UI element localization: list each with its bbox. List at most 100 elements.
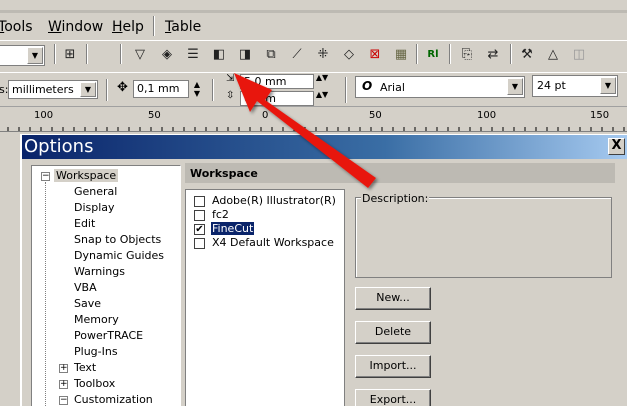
- rl-plugin-icon[interactable]: Rl: [423, 44, 443, 64]
- toolbar-separator: [345, 77, 347, 103]
- workspace-checkbox[interactable]: [194, 210, 205, 221]
- import-icon[interactable]: ⎘: [457, 44, 477, 64]
- collapse-box-icon[interactable]: −: [41, 172, 50, 181]
- dialog-titlebar[interactable]: Options X: [22, 135, 627, 159]
- menu-separator: [153, 16, 155, 36]
- tree-item-general[interactable]: General: [74, 185, 117, 198]
- duplicate-y-icon: ⇳: [226, 90, 235, 101]
- nudge-input[interactable]: 0,1 mm: [133, 80, 189, 98]
- node-icon[interactable]: ⟋: [287, 44, 307, 64]
- toolbar-separator: [416, 44, 418, 64]
- ruler-label: 50: [369, 110, 382, 121]
- menu-help[interactable]: Help: [112, 19, 144, 35]
- tree-item-plug-ins[interactable]: Plug-Ins: [74, 345, 118, 358]
- workspace-checkbox[interactable]: [194, 238, 205, 249]
- workspace-list[interactable]: Adobe(R) Illustrator(R) fc2 ✔ FineCut X4…: [185, 189, 345, 406]
- tree-item-vba[interactable]: VBA: [74, 281, 97, 294]
- weld-icon[interactable]: ◈: [157, 44, 177, 64]
- options-dialog: Options X − Workspace General Display Ed…: [20, 134, 627, 406]
- ruler-label: 100: [34, 110, 54, 121]
- toolbar-separator: [449, 44, 451, 64]
- chevron-down-icon[interactable]: ▼: [600, 77, 616, 94]
- horizontal-ruler: 100 50 0 50 100 150: [0, 106, 627, 132]
- no-fill-icon[interactable]: ⊠: [365, 44, 385, 64]
- tree-item-save[interactable]: Save: [74, 297, 101, 310]
- workspace-item[interactable]: Adobe(R) Illustrator(R): [194, 194, 344, 208]
- duplicate-y-spinner[interactable]: ▲▼: [315, 91, 329, 106]
- delete-button[interactable]: Delete: [355, 321, 431, 344]
- toolbar-separator: [120, 44, 122, 64]
- front-one-icon[interactable]: ◨: [235, 44, 255, 64]
- tree-line: [45, 182, 46, 406]
- zoom-combo[interactable]: ▼: [0, 45, 45, 66]
- window-top-edge: [0, 10, 627, 13]
- tree-item-customization[interactable]: Customization: [74, 393, 153, 406]
- checkmark-icon[interactable]: ✔: [194, 224, 205, 235]
- export-icon[interactable]: ⇄: [483, 44, 503, 64]
- back-one-icon[interactable]: ◧: [209, 44, 229, 64]
- tree-item-edit[interactable]: Edit: [74, 217, 95, 230]
- tree-item-snap-to-objects[interactable]: Snap to Objects: [74, 233, 161, 246]
- tree-item-powertrace[interactable]: PowerTRACE: [74, 329, 143, 342]
- property-bar: s: millimeters ▼ ✥ 0,1 mm ▲ ▼ ⇲ 5,0 mm ▲▼…: [0, 72, 627, 106]
- triangle-icon[interactable]: △: [543, 44, 563, 64]
- menu-window[interactable]: Window: [48, 19, 103, 35]
- options-tree[interactable]: − Workspace General Display Edit Snap to…: [31, 165, 181, 406]
- workspace-item[interactable]: X4 Default Workspace: [194, 236, 344, 250]
- font-name-select[interactable]: O Arial ▼: [355, 76, 525, 98]
- intersect-icon[interactable]: ◇: [339, 44, 359, 64]
- tree-item-dynamic-guides[interactable]: Dynamic Guides: [74, 249, 164, 262]
- tree-item-display[interactable]: Display: [74, 201, 115, 214]
- menu-table[interactable]: Table: [165, 19, 201, 35]
- ruler-label: 150: [590, 110, 610, 121]
- combine-icon[interactable]: ⁜: [313, 44, 333, 64]
- tree-item-memory[interactable]: Memory: [74, 313, 119, 326]
- toolbar-separator: [510, 44, 512, 64]
- font-name-value: Arial: [380, 81, 405, 94]
- workspace-item[interactable]: ✔ FineCut: [194, 221, 344, 236]
- tree-item-workspace[interactable]: Workspace: [54, 169, 119, 182]
- import-button[interactable]: Import...: [355, 355, 431, 378]
- nudge-icon: ✥: [117, 80, 128, 95]
- duplicate-x-input[interactable]: 5,0 mm: [240, 74, 314, 89]
- workspace-item[interactable]: fc2: [194, 208, 344, 222]
- dialog-title: Options: [24, 136, 94, 157]
- trim-icon[interactable]: ▽: [130, 44, 150, 64]
- collapse-box-icon[interactable]: −: [59, 396, 68, 405]
- toolbar-separator: [86, 44, 88, 64]
- units-select[interactable]: millimeters ▼: [8, 80, 98, 99]
- tree-item-text[interactable]: Text: [74, 361, 96, 374]
- menu-tools[interactable]: Tools: [0, 19, 33, 35]
- align-icon[interactable]: ☰: [183, 44, 203, 64]
- hatch-icon[interactable]: ▦: [391, 44, 411, 64]
- menu-bar: Tools Window Help Table: [0, 0, 627, 40]
- toolbar-separator: [54, 44, 56, 64]
- tree-item-warnings[interactable]: Warnings: [74, 265, 125, 278]
- duplicate-y-input[interactable]: 0 mm: [240, 91, 314, 106]
- workspace-checkbox[interactable]: [194, 196, 205, 207]
- ruler-label: 50: [148, 110, 161, 121]
- chevron-down-icon[interactable]: ▼: [507, 78, 523, 95]
- tree-item-toolbox[interactable]: Toolbox: [74, 377, 115, 390]
- expand-box-icon[interactable]: +: [59, 380, 68, 389]
- duplicate-x-icon: ⇲: [226, 73, 235, 84]
- font-size-value: 24 pt: [537, 79, 566, 92]
- hammer-icon[interactable]: ⚒: [517, 44, 537, 64]
- close-button[interactable]: X: [608, 138, 625, 155]
- workspace-label: FineCut: [209, 221, 256, 236]
- snap-grid-icon[interactable]: ⊞: [60, 44, 80, 64]
- units-value: millimeters: [12, 83, 74, 96]
- ruler-label: 0: [262, 110, 269, 121]
- duplicate-x-spinner[interactable]: ▲▼: [315, 74, 329, 89]
- nudge-spinner[interactable]: ▲ ▼: [190, 80, 204, 98]
- group-icon[interactable]: ⧉: [261, 44, 281, 64]
- expand-box-icon[interactable]: +: [59, 364, 68, 373]
- chevron-down-icon[interactable]: ▼: [80, 82, 96, 97]
- new-button[interactable]: New...: [355, 287, 431, 310]
- panel-title: Workspace: [185, 163, 615, 183]
- chevron-down-icon[interactable]: ▼: [27, 47, 43, 64]
- opentype-icon: O: [362, 79, 373, 93]
- ruler-label: 100: [477, 110, 497, 121]
- export-button[interactable]: Export...: [355, 389, 431, 406]
- font-size-select[interactable]: 24 pt ▼: [532, 75, 618, 97]
